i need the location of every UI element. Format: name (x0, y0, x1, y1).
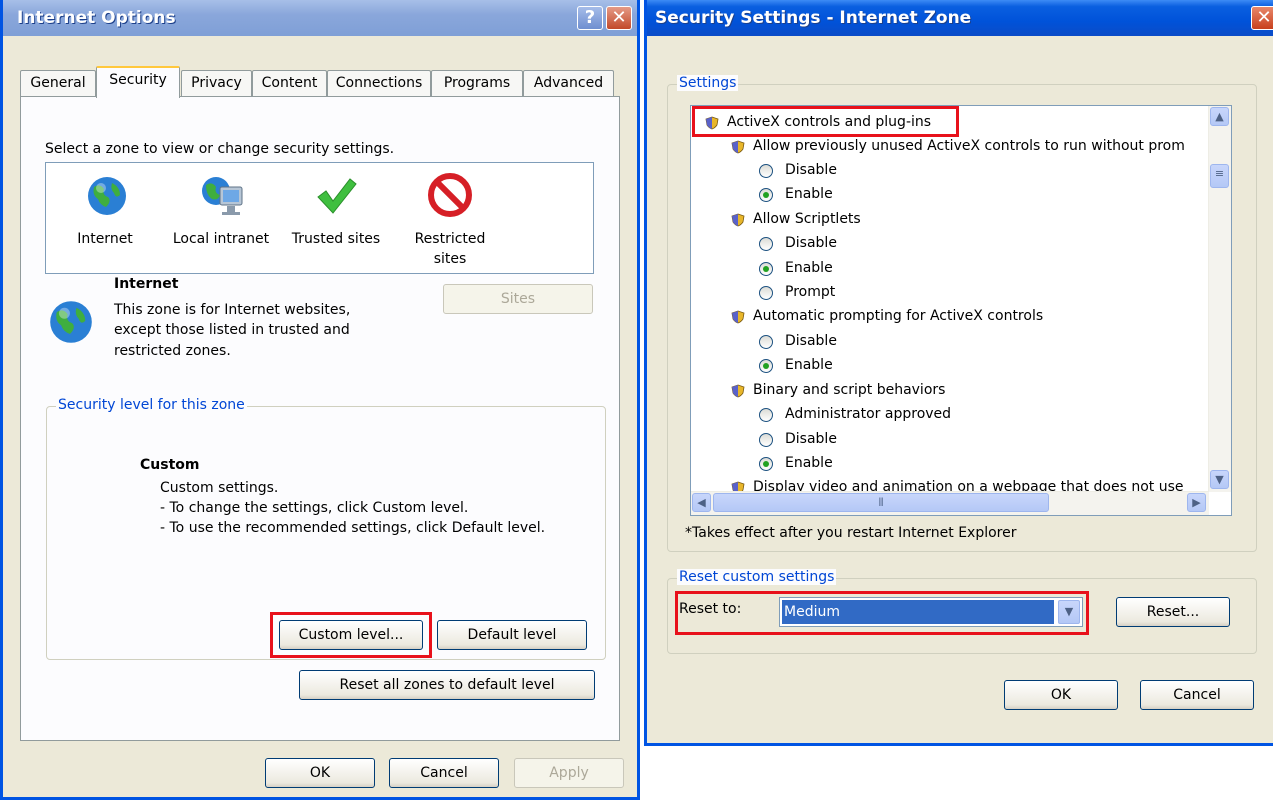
restart-footnote: *Takes effect after you restart Internet… (685, 525, 1017, 541)
zone-prompt: Select a zone to view or change security… (45, 141, 395, 157)
radio-button[interactable] (759, 359, 773, 373)
selected-zone-description-3: restricted zones. (114, 343, 231, 359)
tree-setting-label: Binary and script behaviors (753, 382, 946, 398)
radio-button[interactable] (759, 286, 773, 300)
tree-option-label: Enable (785, 186, 833, 202)
scroll-thumb[interactable]: ⦀ (713, 493, 1049, 512)
tree-option-label: Prompt (785, 284, 836, 300)
selected-zone-globe-icon (50, 301, 92, 343)
zone-restricted-sites-label: Restricted sites (414, 231, 486, 267)
radio-button[interactable] (759, 237, 773, 251)
selected-zone-description-2: except those listed in trusted and (114, 322, 350, 338)
intranet-icon (202, 177, 243, 215)
globe-icon (88, 177, 126, 215)
radio-button[interactable] (759, 408, 773, 422)
selected-zone-description-1: This zone is for Internet websites, (114, 302, 351, 318)
sites-button[interactable]: Sites (443, 284, 593, 314)
radio-button[interactable] (759, 164, 773, 178)
checkmark-icon (317, 178, 357, 214)
horizontal-scrollbar[interactable]: ◀ ⦀ ▶ (691, 491, 1209, 515)
default-level-button[interactable]: Default level (437, 620, 587, 650)
close-button[interactable]: ✕ (1251, 6, 1273, 30)
radio-button[interactable] (759, 188, 773, 202)
scroll-right-button[interactable]: ▶ (1187, 493, 1206, 512)
tab-programs[interactable]: Programs (431, 70, 523, 96)
scroll-up-button[interactable]: ▲ (1210, 107, 1229, 126)
ok-button[interactable]: OK (265, 758, 375, 788)
zone-local-intranet[interactable]: Local intranet (166, 169, 276, 259)
security-level-desc-2: - To change the settings, click Custom l… (160, 500, 469, 516)
tree-setting-label: Allow previously unused ActiveX controls… (753, 138, 1185, 154)
cancel-button[interactable]: Cancel (1140, 680, 1254, 710)
tree-option-label: Disable (785, 333, 837, 349)
radio-button[interactable] (759, 262, 773, 276)
restricted-icon (428, 173, 472, 217)
tab-privacy[interactable]: Privacy (181, 70, 252, 96)
tree-option-label: Enable (785, 260, 833, 276)
tab-strip: General Security Privacy Content Connect… (20, 66, 620, 98)
tree-option-label: Enable (785, 357, 833, 373)
security-level-desc-1: Custom settings. (160, 480, 279, 496)
tree-option-label: Disable (785, 162, 837, 178)
radio-button[interactable] (759, 457, 773, 471)
settings-group-title: Settings (677, 75, 739, 91)
tree-setting-label: Automatic prompting for ActiveX controls (753, 308, 1044, 324)
tree-setting-label: Allow Scriptlets (753, 211, 861, 227)
scroll-down-button[interactable]: ▼ (1210, 470, 1229, 489)
scroll-left-button[interactable]: ◀ (692, 493, 711, 512)
zone-local-intranet-label: Local intranet (172, 231, 270, 247)
vertical-scrollbar[interactable]: ▲ ≡ ▼ (1208, 106, 1231, 492)
reset-all-zones-button[interactable]: Reset all zones to default level (299, 670, 595, 700)
tab-connections[interactable]: Connections (327, 70, 431, 96)
shield-icon (731, 384, 745, 398)
security-level-group-title: Security level for this zone (56, 397, 247, 413)
tab-advanced[interactable]: Advanced (523, 70, 614, 96)
window-title: Internet Options (17, 8, 176, 28)
tree-option-label: Administrator approved (785, 406, 952, 422)
tree-option-label: Enable (785, 455, 833, 471)
title-bar[interactable]: Internet Options ? ✕ (3, 0, 637, 36)
tree-option-label: Disable (785, 431, 837, 447)
ok-button[interactable]: OK (1004, 680, 1118, 710)
radio-button[interactable] (759, 433, 773, 447)
selected-zone-name: Internet (114, 276, 179, 292)
close-button[interactable]: ✕ (606, 6, 632, 30)
reset-button[interactable]: Reset... (1116, 597, 1230, 627)
zone-trusted-sites-label: Trusted sites (291, 231, 381, 247)
radio-button[interactable] (759, 335, 773, 349)
window-title: Security Settings - Internet Zone (655, 8, 972, 28)
security-level-name: Custom (140, 457, 200, 473)
help-button[interactable]: ? (577, 6, 603, 30)
scroll-thumb[interactable]: ≡ (1210, 164, 1229, 188)
zone-internet[interactable]: Internet (60, 169, 150, 259)
shield-icon (731, 310, 745, 324)
tab-general[interactable]: General (20, 70, 96, 96)
zone-list: Internet Local intranet Trusted sites Re… (45, 162, 594, 274)
apply-button[interactable]: Apply (514, 758, 624, 788)
activex-highlight (692, 106, 959, 137)
zone-internet-label: Internet (77, 231, 133, 247)
tab-content[interactable]: Content (252, 70, 327, 96)
cancel-button[interactable]: Cancel (389, 758, 499, 788)
shield-icon (731, 213, 745, 227)
title-bar[interactable]: Security Settings - Internet Zone ✕ (647, 0, 1273, 36)
custom-level-highlight (270, 612, 432, 658)
zone-restricted-sites[interactable]: Restricted sites (402, 169, 498, 273)
shield-icon (731, 140, 745, 154)
tab-security[interactable]: Security (96, 66, 180, 98)
security-level-desc-3: - To use the recommended settings, click… (160, 520, 546, 536)
zone-trusted-sites[interactable]: Trusted sites (284, 169, 388, 259)
settings-tree[interactable]: ActiveX controls and plug-ins Allow prev… (690, 105, 1232, 516)
reset-custom-group-title: Reset custom settings (677, 569, 837, 585)
tree-option-label: Disable (785, 235, 837, 251)
reset-to-highlight (675, 591, 1089, 635)
